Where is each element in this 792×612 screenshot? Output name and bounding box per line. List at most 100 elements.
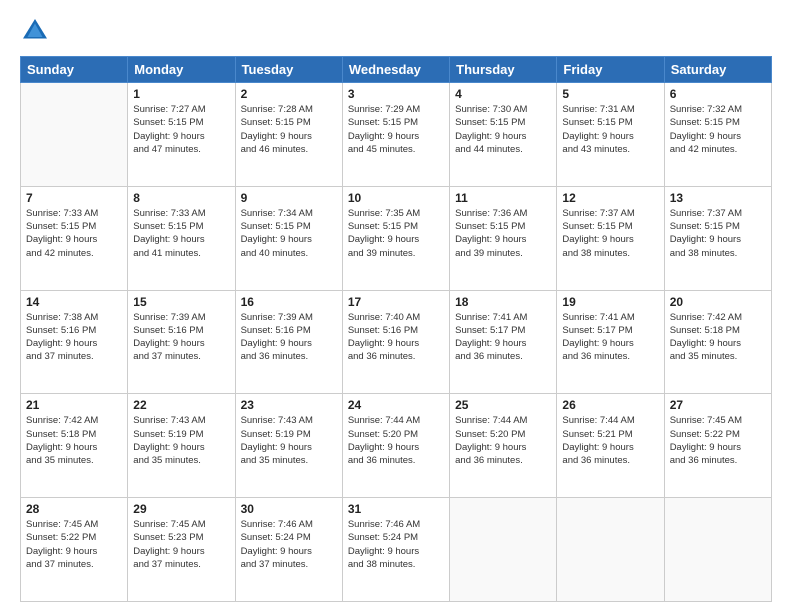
week-row-2: 14 Sunrise: 7:38 AM Sunset: 5:16 PM Dayli…	[21, 290, 772, 394]
week-row-3: 21 Sunrise: 7:42 AM Sunset: 5:18 PM Dayli…	[21, 394, 772, 498]
calendar-cell: 4Sunrise: 7:30 AM Sunset: 5:15 PM Daylig…	[450, 83, 557, 187]
day-number: 24	[348, 398, 444, 412]
day-number: 1	[133, 87, 229, 101]
day-number: 22	[133, 398, 229, 412]
day-info: Sunrise: 7:36 AM Sunset: 5:15 PM Dayligh…	[455, 207, 551, 260]
day-info: Sunrise: 7:43 AM Sunset: 5:19 PM Dayligh…	[133, 414, 229, 467]
day-info: Sunrise: 7:43 AM Sunset: 5:19 PM Dayligh…	[241, 414, 337, 467]
calendar-cell: 12 Sunrise: 7:37 AM Sunset: 5:15 PM Dayli…	[557, 186, 664, 290]
day-number: 14	[26, 295, 122, 309]
day-number: 21	[26, 398, 122, 412]
calendar-cell: 11 Sunrise: 7:36 AM Sunset: 5:15 PM Dayli…	[450, 186, 557, 290]
day-header-saturday: Saturday	[664, 57, 771, 83]
calendar-cell: 14 Sunrise: 7:38 AM Sunset: 5:16 PM Dayli…	[21, 290, 128, 394]
day-info: Sunrise: 7:39 AM Sunset: 5:16 PM Dayligh…	[241, 311, 337, 364]
calendar-cell: 29 Sunrise: 7:45 AM Sunset: 5:23 PM Dayli…	[128, 498, 235, 602]
day-number: 9	[241, 191, 337, 205]
day-info: Sunrise: 7:42 AM Sunset: 5:18 PM Dayligh…	[26, 414, 122, 467]
calendar-cell: 16 Sunrise: 7:39 AM Sunset: 5:16 PM Dayli…	[235, 290, 342, 394]
day-info: Sunrise: 7:38 AM Sunset: 5:16 PM Dayligh…	[26, 311, 122, 364]
calendar-cell: 5 Sunrise: 7:31 AM Sunset: 5:15 PM Daylig…	[557, 83, 664, 187]
day-info: Sunrise: 7:30 AM Sunset: 5:15 PM Dayligh…	[455, 103, 551, 156]
day-info: Sunrise: 7:35 AM Sunset: 5:15 PM Dayligh…	[348, 207, 444, 260]
day-info: Sunrise: 7:40 AM Sunset: 5:16 PM Dayligh…	[348, 311, 444, 364]
day-number: 15	[133, 295, 229, 309]
day-number: 26	[562, 398, 658, 412]
day-number: 20	[670, 295, 766, 309]
calendar-cell	[450, 498, 557, 602]
day-number: 11	[455, 191, 551, 205]
day-number: 3	[348, 87, 444, 101]
day-info: Sunrise: 7:33 AM Sunset: 5:15 PM Dayligh…	[26, 207, 122, 260]
day-info: Sunrise: 7:46 AM Sunset: 5:24 PM Dayligh…	[241, 518, 337, 571]
day-number: 28	[26, 502, 122, 516]
day-number: 19	[562, 295, 658, 309]
day-info: Sunrise: 7:44 AM Sunset: 5:20 PM Dayligh…	[455, 414, 551, 467]
day-number: 2	[241, 87, 337, 101]
day-info: Sunrise: 7:46 AM Sunset: 5:24 PM Dayligh…	[348, 518, 444, 571]
calendar-cell	[21, 83, 128, 187]
day-number: 13	[670, 191, 766, 205]
week-row-0: 1Sunrise: 7:27 AM Sunset: 5:15 PM Daylig…	[21, 83, 772, 187]
calendar-cell: 15 Sunrise: 7:39 AM Sunset: 5:16 PM Dayli…	[128, 290, 235, 394]
calendar-cell: 21 Sunrise: 7:42 AM Sunset: 5:18 PM Dayli…	[21, 394, 128, 498]
day-number: 12	[562, 191, 658, 205]
week-row-1: 7 Sunrise: 7:33 AM Sunset: 5:15 PM Daylig…	[21, 186, 772, 290]
day-info: Sunrise: 7:31 AM Sunset: 5:15 PM Dayligh…	[562, 103, 658, 156]
week-row-4: 28 Sunrise: 7:45 AM Sunset: 5:22 PM Dayli…	[21, 498, 772, 602]
day-info: Sunrise: 7:45 AM Sunset: 5:22 PM Dayligh…	[26, 518, 122, 571]
day-info: Sunrise: 7:44 AM Sunset: 5:21 PM Dayligh…	[562, 414, 658, 467]
day-number: 10	[348, 191, 444, 205]
logo	[20, 16, 54, 46]
day-info: Sunrise: 7:28 AM Sunset: 5:15 PM Dayligh…	[241, 103, 337, 156]
day-number: 18	[455, 295, 551, 309]
day-info: Sunrise: 7:45 AM Sunset: 5:22 PM Dayligh…	[670, 414, 766, 467]
page: SundayMondayTuesdayWednesdayThursdayFrid…	[0, 0, 792, 612]
day-info: Sunrise: 7:29 AM Sunset: 5:15 PM Dayligh…	[348, 103, 444, 156]
calendar-table: SundayMondayTuesdayWednesdayThursdayFrid…	[20, 56, 772, 602]
day-number: 31	[348, 502, 444, 516]
day-header-thursday: Thursday	[450, 57, 557, 83]
day-header-wednesday: Wednesday	[342, 57, 449, 83]
calendar-cell: 24 Sunrise: 7:44 AM Sunset: 5:20 PM Dayli…	[342, 394, 449, 498]
calendar-cell: 20 Sunrise: 7:42 AM Sunset: 5:18 PM Dayli…	[664, 290, 771, 394]
day-header-tuesday: Tuesday	[235, 57, 342, 83]
calendar-cell: 6 Sunrise: 7:32 AM Sunset: 5:15 PM Daylig…	[664, 83, 771, 187]
day-header-monday: Monday	[128, 57, 235, 83]
day-info: Sunrise: 7:39 AM Sunset: 5:16 PM Dayligh…	[133, 311, 229, 364]
day-info: Sunrise: 7:44 AM Sunset: 5:20 PM Dayligh…	[348, 414, 444, 467]
day-number: 7	[26, 191, 122, 205]
day-info: Sunrise: 7:33 AM Sunset: 5:15 PM Dayligh…	[133, 207, 229, 260]
day-number: 8	[133, 191, 229, 205]
day-info: Sunrise: 7:34 AM Sunset: 5:15 PM Dayligh…	[241, 207, 337, 260]
calendar-cell: 1Sunrise: 7:27 AM Sunset: 5:15 PM Daylig…	[128, 83, 235, 187]
day-number: 29	[133, 502, 229, 516]
calendar-cell: 31 Sunrise: 7:46 AM Sunset: 5:24 PM Dayli…	[342, 498, 449, 602]
calendar-cell: 2 Sunrise: 7:28 AM Sunset: 5:15 PM Daylig…	[235, 83, 342, 187]
calendar-cell: 23Sunrise: 7:43 AM Sunset: 5:19 PM Dayli…	[235, 394, 342, 498]
calendar-cell: 10 Sunrise: 7:35 AM Sunset: 5:15 PM Dayli…	[342, 186, 449, 290]
calendar-cell: 13 Sunrise: 7:37 AM Sunset: 5:15 PM Dayli…	[664, 186, 771, 290]
header	[20, 16, 772, 46]
day-info: Sunrise: 7:41 AM Sunset: 5:17 PM Dayligh…	[455, 311, 551, 364]
day-info: Sunrise: 7:45 AM Sunset: 5:23 PM Dayligh…	[133, 518, 229, 571]
calendar-cell: 18 Sunrise: 7:41 AM Sunset: 5:17 PM Dayli…	[450, 290, 557, 394]
calendar-cell	[557, 498, 664, 602]
day-info: Sunrise: 7:42 AM Sunset: 5:18 PM Dayligh…	[670, 311, 766, 364]
day-number: 5	[562, 87, 658, 101]
day-info: Sunrise: 7:32 AM Sunset: 5:15 PM Dayligh…	[670, 103, 766, 156]
calendar-cell: 28 Sunrise: 7:45 AM Sunset: 5:22 PM Dayli…	[21, 498, 128, 602]
day-info: Sunrise: 7:37 AM Sunset: 5:15 PM Dayligh…	[562, 207, 658, 260]
calendar-cell	[664, 498, 771, 602]
calendar-cell: 8 Sunrise: 7:33 AM Sunset: 5:15 PM Daylig…	[128, 186, 235, 290]
calendar-cell: 17 Sunrise: 7:40 AM Sunset: 5:16 PM Dayli…	[342, 290, 449, 394]
day-number: 27	[670, 398, 766, 412]
calendar-cell: 30 Sunrise: 7:46 AM Sunset: 5:24 PM Dayli…	[235, 498, 342, 602]
calendar-cell: 27 Sunrise: 7:45 AM Sunset: 5:22 PM Dayli…	[664, 394, 771, 498]
day-number: 6	[670, 87, 766, 101]
day-number: 17	[348, 295, 444, 309]
calendar-cell: 9 Sunrise: 7:34 AM Sunset: 5:15 PM Daylig…	[235, 186, 342, 290]
day-info: Sunrise: 7:37 AM Sunset: 5:15 PM Dayligh…	[670, 207, 766, 260]
day-number: 30	[241, 502, 337, 516]
day-number: 16	[241, 295, 337, 309]
